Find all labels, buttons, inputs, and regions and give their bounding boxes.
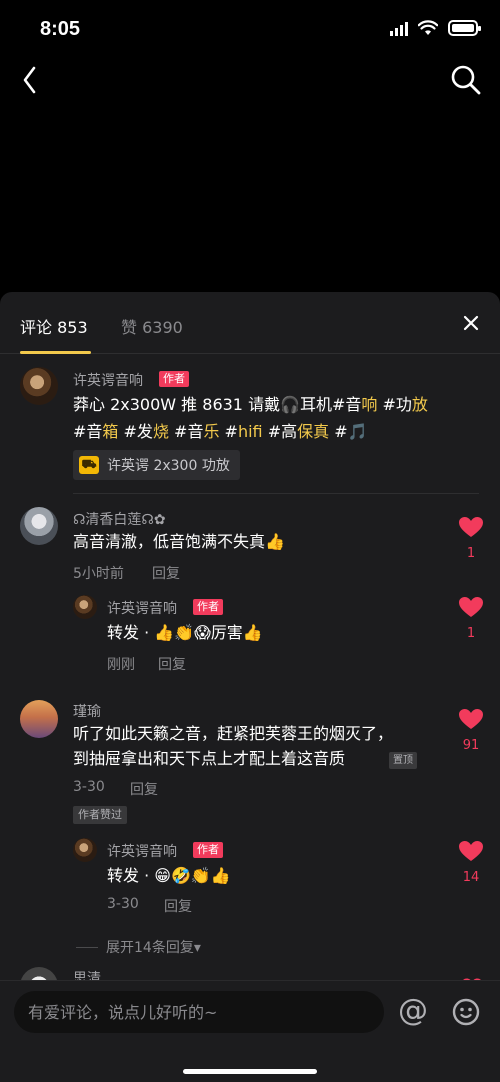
reply-author[interactable]: 许英谔音响 xyxy=(107,841,177,861)
heart-icon xyxy=(459,597,483,617)
comment-text: 高音清澈，低音饱满不失真👍 xyxy=(73,532,285,551)
expand-replies[interactable]: 展开14条回复▾ xyxy=(76,937,201,957)
avatar[interactable] xyxy=(73,838,97,862)
close-icon[interactable] xyxy=(462,314,480,332)
tab-comments[interactable]: 评论 853 xyxy=(20,314,88,338)
comment-author[interactable]: 瑾瑜 xyxy=(73,701,101,721)
tab-likes[interactable]: 赞 6390 xyxy=(121,314,183,338)
comment-time: 3-30 xyxy=(73,779,105,795)
product-name: 许英谔 2x300 功放 xyxy=(107,458,230,474)
comment-text: 莽心 2x300W 推 8631 请戴🎧耳机#音响 #功放 #音箱 #发烧 #音… xyxy=(73,395,428,441)
like-count: 1 xyxy=(466,626,476,641)
divider xyxy=(73,493,479,494)
cart-icon: ⛟ xyxy=(79,456,99,474)
status-bar: 8:05 xyxy=(0,0,500,60)
reply-time: 刚刚 xyxy=(107,657,135,673)
author-badge: 作者 xyxy=(193,842,223,858)
heart-icon xyxy=(459,517,483,537)
comment-text: 到抽屉拿出和天下点上才配上着这音质 xyxy=(73,749,346,768)
like-count: 14 xyxy=(462,870,480,885)
avatar[interactable] xyxy=(20,367,58,405)
emoji-icon[interactable] xyxy=(452,998,480,1026)
author-badge: 作者 xyxy=(159,371,189,387)
wifi-icon xyxy=(418,20,438,35)
reply-button[interactable]: 回复 xyxy=(158,654,186,674)
like-count: 91 xyxy=(462,738,480,753)
like-button[interactable]: 1 xyxy=(456,516,486,561)
comment-tabs: 评论 853 赞 6390 xyxy=(0,292,500,354)
comment-input-bar: @ xyxy=(0,980,500,1082)
tab-active-indicator xyxy=(20,351,91,354)
comment-time: 5小时前 xyxy=(73,566,124,582)
avatar[interactable] xyxy=(20,700,58,738)
mention-button[interactable]: @ xyxy=(398,993,430,1029)
heart-icon xyxy=(459,709,483,729)
reply-text: 转发 · 👍👏😱厉害👍 xyxy=(107,623,263,642)
like-button[interactable]: 1 xyxy=(456,596,486,641)
reply-button[interactable]: 回复 xyxy=(152,563,180,583)
heart-icon xyxy=(459,841,483,861)
pin-badge: 置顶 xyxy=(389,752,417,769)
status-icons xyxy=(390,20,481,36)
comment-sheet: 评论 853 赞 6390 许英谔音响 作者 莽心 2x300W 推 8631 … xyxy=(0,292,500,1082)
reply-time: 3-30 xyxy=(107,896,139,912)
battery-icon xyxy=(448,20,481,36)
like-button[interactable]: 14 xyxy=(456,840,486,885)
expand-replies-label: 展开14条回复▾ xyxy=(106,940,201,956)
reply-button[interactable]: 回复 xyxy=(130,779,158,799)
search-icon[interactable] xyxy=(450,64,482,96)
like-count: 1 xyxy=(466,546,476,561)
home-indicator xyxy=(183,1069,317,1074)
product-chip[interactable]: ⛟ 许英谔 2x300 功放 xyxy=(73,450,240,480)
avatar[interactable] xyxy=(73,595,97,619)
reply-button[interactable]: 回复 xyxy=(164,896,192,916)
reply-author[interactable]: 许英谔音响 xyxy=(107,598,177,618)
avatar[interactable] xyxy=(20,507,58,545)
like-button[interactable]: 91 xyxy=(456,708,486,753)
back-icon[interactable] xyxy=(16,62,46,98)
expand-line xyxy=(76,946,98,948)
reply-text: 转发 · 😁🤣👏👍 xyxy=(107,866,231,885)
comment-author[interactable]: 许英谔音响 xyxy=(73,370,143,390)
author-liked-badge: 作者赞过 xyxy=(73,806,127,824)
signal-icon xyxy=(390,20,408,36)
comment-text: 听了如此天籁之音，赶紧把芙蓉王的烟灭了， xyxy=(73,724,394,743)
comment-input-container xyxy=(14,991,384,1033)
comment-input[interactable] xyxy=(14,991,384,1033)
comment-author[interactable]: ☊清香白莲☊✿ xyxy=(73,509,166,529)
author-badge: 作者 xyxy=(193,599,223,615)
status-time: 8:05 xyxy=(40,18,81,40)
